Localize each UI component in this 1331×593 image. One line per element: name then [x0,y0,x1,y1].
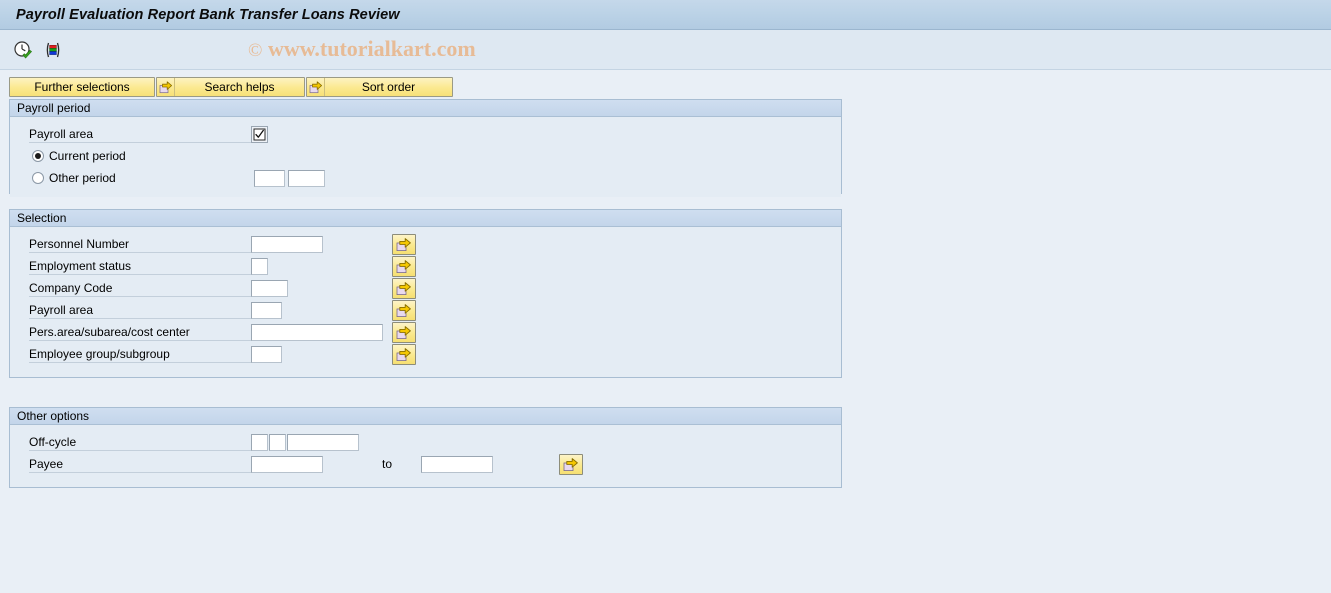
other-options-group-header: Other options [10,408,841,425]
yellow-arrow-icon [396,281,411,295]
watermark-copyright-symbol: © [248,40,263,61]
payee-label: Payee [29,456,251,473]
multiple-selection-stripes-icon[interactable] [42,39,64,61]
table-row: Employee group/subgroup [10,343,841,365]
watermark-text: www.tutorialkart.com [267,36,476,61]
payroll-area-selection-input[interactable] [251,301,282,319]
further-selections-label: Further selections [34,80,130,94]
other-period-field-2[interactable] [288,169,325,187]
yellow-arrow-icon [563,457,578,471]
payroll-area-multiple-selection-button[interactable] [392,299,416,321]
selection-group-title: Selection [17,211,67,225]
search-helps-label: Search helps [204,80,275,94]
payroll-area-row: Payroll area [10,123,841,145]
payroll-period-group: Payroll period Payroll area Current peri… [9,99,842,197]
yellow-arrow-icon [307,78,325,96]
personnel-number-label: Personnel Number [29,236,251,253]
current-period-label: Current period [49,149,126,163]
application-toolbar: © www.tutorialkart.com [0,30,1331,70]
current-period-radio[interactable] [32,150,44,162]
employee-group-subgroup-input[interactable] [251,345,282,363]
personnel-number-multiple-selection-button[interactable] [392,233,416,255]
payee-to-input[interactable] [421,455,493,473]
off-cycle-field-3[interactable] [287,433,359,451]
yellow-arrow-icon [396,347,411,361]
table-row: Pers.area/subarea/cost center [10,321,841,343]
payee-from-input[interactable] [251,455,323,473]
window-title-bar: Payroll Evaluation Report Bank Transfer … [0,0,1331,30]
payroll-area-checkbox-button[interactable] [251,125,268,143]
selection-screen-button-bar: Further selections Search helps Sort ord… [9,77,453,97]
yellow-arrow-icon [157,78,175,96]
payee-to-label: to [382,457,393,471]
payroll-area-label: Payroll area [29,126,251,143]
off-cycle-row: Off-cycle [10,431,841,453]
employment-status-label: Employment status [29,258,251,275]
pers-area-multiple-selection-button[interactable] [392,321,416,343]
payee-multiple-selection-button[interactable] [559,453,583,475]
other-period-radio[interactable] [32,172,44,184]
pers-area-subarea-cost-center-label: Pers.area/subarea/cost center [29,324,251,341]
yellow-arrow-icon [396,259,411,273]
selection-group: Selection Personnel Number Employment st… [9,209,842,378]
current-period-radio-row[interactable]: Current period [10,145,841,167]
pers-area-subarea-cost-center-input[interactable] [251,323,383,341]
employment-status-multiple-selection-button[interactable] [392,255,416,277]
other-options-group-title: Other options [17,409,90,423]
selection-group-header: Selection [10,210,841,227]
personnel-number-input[interactable] [251,235,323,253]
off-cycle-label: Off-cycle [29,434,251,451]
payroll-area-selection-label: Payroll area [29,302,251,319]
execute-clock-check-icon[interactable] [12,39,34,61]
sort-order-label: Sort order [361,80,416,94]
company-code-label: Company Code [29,280,251,297]
yellow-arrow-icon [396,237,411,251]
other-options-group-body: Off-cycle Payee to [10,425,841,483]
watermark: © www.tutorialkart.com [248,36,476,62]
table-row: Employment status [10,255,841,277]
company-code-multiple-selection-button[interactable] [392,277,416,299]
other-period-label: Other period [49,171,116,185]
employment-status-input[interactable] [251,257,268,275]
off-cycle-field-2[interactable] [269,433,286,451]
employee-group-subgroup-label: Employee group/subgroup [29,346,251,363]
further-selections-button[interactable]: Further selections [9,77,155,97]
table-row: Personnel Number [10,233,841,255]
company-code-input[interactable] [251,279,288,297]
payroll-period-group-body: Payroll area Current period Other period [10,117,841,197]
payroll-period-group-header: Payroll period [10,100,841,117]
other-period-radio-row[interactable]: Other period [10,167,841,189]
yellow-arrow-icon [396,303,411,317]
yellow-arrow-icon [396,325,411,339]
selection-group-body: Personnel Number Employment status Compa… [10,227,841,373]
checked-checkbox-icon [253,128,266,140]
payroll-period-group-title: Payroll period [17,101,91,115]
off-cycle-field-1[interactable] [251,433,268,451]
table-row: Payroll area [10,299,841,321]
sort-order-button[interactable]: Sort order [306,77,453,97]
table-row: Company Code [10,277,841,299]
page-title: Payroll Evaluation Report Bank Transfer … [16,6,400,23]
search-helps-button[interactable]: Search helps [156,77,305,97]
employee-group-multiple-selection-button[interactable] [392,343,416,365]
other-options-group: Other options Off-cycle Payee to [9,407,842,488]
payee-row: Payee to [10,453,841,475]
other-period-field-1[interactable] [254,169,285,187]
